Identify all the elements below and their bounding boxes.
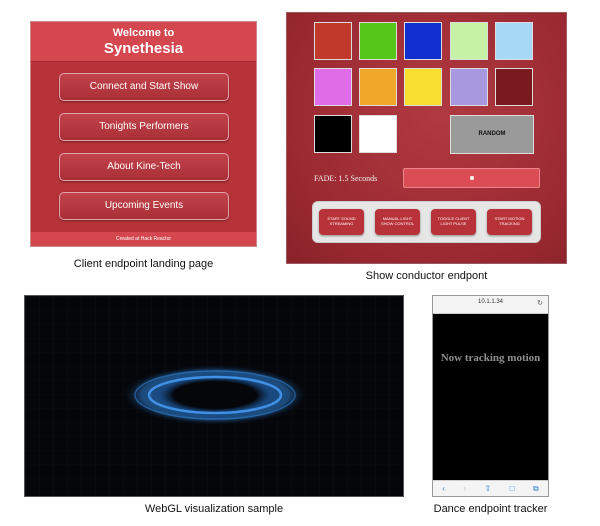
upcoming-events-button[interactable]: Upcoming Events: [59, 192, 229, 220]
color-swatch-yellow[interactable]: [404, 68, 442, 106]
color-swatch-red[interactable]: [314, 22, 352, 60]
reload-icon[interactable]: ↻: [537, 299, 543, 307]
random-button[interactable]: RANDOM: [450, 115, 534, 154]
client-landing-caption: Client endpoint landing page: [73, 258, 214, 270]
webgl-visualization: [24, 295, 404, 497]
bookmarks-icon[interactable]: □: [510, 484, 515, 493]
start-sound-streaming-button[interactable]: START SOUND STREAMING: [319, 209, 364, 235]
color-swatch-dark-red[interactable]: [495, 68, 533, 106]
back-icon[interactable]: ‹: [442, 484, 445, 493]
show-conductor-panel: RANDOM FADE: 1.5 Seconds START SOUND STR…: [286, 12, 567, 264]
app-title: Synethesia: [103, 40, 184, 57]
fade-slider[interactable]: [403, 168, 540, 188]
color-swatch-magenta[interactable]: [314, 68, 352, 106]
connect-start-show-button[interactable]: Connect and Start Show: [59, 73, 229, 101]
color-swatch-light-green[interactable]: [450, 22, 488, 60]
client-landing-page: Welcome to Synethesia Connect and Start …: [30, 21, 257, 247]
manual-light-show-button[interactable]: MANUAL LIGHT SHOW CONTROL: [375, 209, 420, 235]
tracking-message: Now tracking motion: [440, 352, 541, 364]
forward-icon[interactable]: ›: [463, 484, 466, 493]
color-swatch-blue[interactable]: [404, 22, 442, 60]
fade-label: FADE: 1.5 Seconds: [314, 174, 378, 183]
action-button-tray: START SOUND STREAMING MANUAL LIGHT SHOW …: [312, 201, 541, 243]
color-swatch-orange[interactable]: [359, 68, 397, 106]
welcome-text: Welcome to: [112, 27, 175, 39]
start-motion-tracking-button[interactable]: START MOTION TRACKING: [487, 209, 532, 235]
conductor-caption: Show conductor endpont: [365, 270, 488, 282]
about-kinetech-button[interactable]: About Kine-Tech: [59, 153, 229, 181]
tabs-icon[interactable]: ⧉: [533, 484, 539, 494]
toggle-light-pulse-button[interactable]: TOGGLE CLIENT LIGHT PULSE: [431, 209, 476, 235]
color-swatch-white[interactable]: [359, 115, 397, 153]
color-swatch-lavender[interactable]: [450, 68, 488, 106]
phone-tracker: 10.1.1.34 ↻ Now tracking motion ‹ › ⇧ □ …: [432, 295, 549, 497]
phone-caption: Dance endpoint tracker: [433, 503, 548, 515]
browser-address-bar[interactable]: 10.1.1.34 ↻: [433, 296, 548, 314]
color-swatch-light-blue[interactable]: [495, 22, 533, 60]
share-icon[interactable]: ⇧: [485, 484, 492, 493]
fade-slider-handle[interactable]: [470, 176, 474, 180]
color-swatch-green[interactable]: [359, 22, 397, 60]
landing-header: Welcome to Synethesia: [31, 22, 256, 62]
webgl-canvas: [25, 296, 403, 496]
tonights-performers-button[interactable]: Tonights Performers: [59, 113, 229, 141]
webgl-caption: WebGL visualization sample: [144, 503, 284, 515]
browser-toolbar: ‹ › ⇧ □ ⧉: [433, 480, 548, 496]
particle-ring: [123, 365, 307, 425]
color-swatch-black[interactable]: [314, 115, 352, 153]
landing-footer: Created at Hack Reactor: [31, 232, 256, 246]
url-text[interactable]: 10.1.1.34: [433, 299, 548, 305]
